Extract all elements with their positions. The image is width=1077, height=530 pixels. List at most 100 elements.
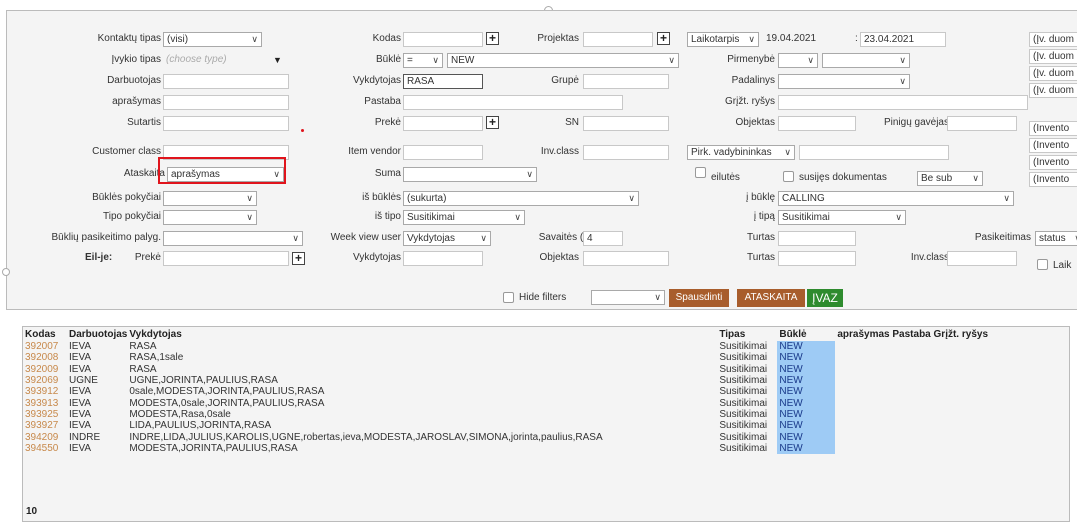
col-kodas[interactable]: Kodas	[23, 327, 67, 341]
pirmenybe-select-2[interactable]	[822, 53, 910, 68]
is-bukles-select[interactable]: (sukurta)	[403, 191, 639, 206]
pasikeitimas-select[interactable]: status	[1035, 231, 1077, 246]
turtas2-input[interactable]	[778, 251, 856, 266]
table-row[interactable]: 393925 IEVA MODESTA,Rasa,0sale Susitikimai N…	[23, 408, 988, 421]
pirmenybe-select[interactable]	[778, 53, 818, 68]
pirk-vadybininkas-select[interactable]: Pirk. vadybininkas	[687, 145, 795, 160]
tipo-pokyciai-select[interactable]	[163, 210, 257, 225]
inv-class-input[interactable]	[583, 145, 669, 160]
row-kodas[interactable]: 392009	[23, 364, 67, 375]
row-kodas[interactable]: 394550	[23, 443, 67, 454]
ivykio-tipas-select[interactable]: (choose type)	[163, 53, 289, 68]
date-from-input[interactable]: 19.04.2021	[763, 32, 833, 47]
suma-select[interactable]	[403, 167, 537, 182]
date-to-input[interactable]: 23.04.2021	[860, 32, 946, 47]
item-vendor-input[interactable]	[403, 145, 483, 160]
date-separator: :	[855, 33, 858, 44]
table-row[interactable]: 394209 INDRE INDRE,LIDA,JULIUS,KAROLIS,UGN…	[23, 431, 988, 443]
laikotarpis-select[interactable]: Laikotarpis	[687, 32, 759, 47]
right-field-4[interactable]: (Įv. duom	[1029, 83, 1077, 98]
sutartis-input[interactable]	[163, 116, 289, 131]
i-bukle-select[interactable]: CALLING	[778, 191, 1014, 206]
bukle-operator-select[interactable]: =	[403, 53, 443, 68]
vykdytojas-input[interactable]: RASA	[403, 74, 483, 89]
col-aprasymas: aprašymas	[837, 328, 890, 340]
row-kodas[interactable]: 393925	[23, 409, 67, 420]
bukliu-pasikeitimo-select[interactable]	[163, 231, 303, 246]
col-grizt-rysys: Grįžt. ryšys	[933, 328, 989, 340]
table-row[interactable]: 393913 IEVA MODESTA,0sale,JORINTA,PAULIUS,…	[23, 397, 988, 409]
pirk-vadybininkas-input[interactable]	[799, 145, 949, 160]
turtas-input[interactable]	[778, 231, 856, 246]
table-row[interactable]: 393927 IEVA LIDA,PAULIUS,JORINTA,RASA Susit…	[23, 420, 988, 432]
ataskaita-button[interactable]: ATASKAITA	[737, 289, 805, 307]
sn-input[interactable]	[583, 116, 669, 131]
laik-checkbox[interactable]	[1037, 259, 1048, 270]
bukle-select[interactable]: NEW	[447, 53, 679, 68]
add-icon[interactable]: +	[657, 32, 670, 45]
is-tipo-select[interactable]: Susitikimai	[403, 210, 525, 225]
row-kodas[interactable]: 392008	[23, 352, 67, 363]
susijes-select[interactable]: Be sub	[917, 171, 983, 186]
bukles-pokyciai-select[interactable]	[163, 191, 257, 206]
grizt-rysys-input[interactable]	[778, 95, 1028, 110]
col-bukle[interactable]: Būklė	[777, 327, 835, 341]
right-field-1[interactable]: (Įv. duom	[1029, 32, 1077, 47]
right-field-7[interactable]: (Invento	[1029, 155, 1077, 170]
eil-je-preke-input[interactable]	[163, 251, 289, 266]
row-kodas[interactable]: 393913	[23, 397, 67, 409]
week-view-user-select[interactable]: Vykdytojas	[403, 231, 491, 246]
pastaba-input[interactable]	[403, 95, 623, 110]
ivaz-button[interactable]: ĮVAZ	[807, 289, 843, 307]
eilutes-checkbox[interactable]	[695, 167, 706, 178]
kodas-input[interactable]	[403, 32, 483, 47]
row-kodas[interactable]: 392007	[23, 341, 67, 352]
add-icon[interactable]: +	[292, 252, 305, 265]
col-darbuotojas[interactable]: Darbuotojas	[67, 327, 127, 341]
table-row[interactable]: 392069 UGNE UGNE,JORINTA,PAULIUS,RASA Susit…	[23, 374, 988, 387]
savaites-input[interactable]: 4	[583, 231, 623, 246]
row-kodas[interactable]: 393927	[23, 420, 67, 431]
row-kodas[interactable]: 393912	[23, 386, 67, 397]
row-kodas[interactable]: 394209	[23, 431, 67, 443]
side-resize-handle[interactable]	[2, 268, 10, 276]
row-extra	[835, 386, 988, 397]
col-extra[interactable]: aprašymas Pastaba Grįžt. ryšys	[835, 327, 988, 341]
add-icon[interactable]: +	[486, 32, 499, 45]
right-field-8[interactable]: (Invento	[1029, 172, 1077, 187]
objektas2-input[interactable]	[583, 251, 669, 266]
row-darbuotojas: IEVA	[69, 397, 92, 409]
preke-input[interactable]	[403, 116, 483, 131]
right-field-5[interactable]: (Invento	[1029, 121, 1077, 136]
spausdinti-button[interactable]: Spausdinti	[669, 289, 729, 307]
inv-class2-input[interactable]	[947, 251, 1017, 266]
right-field-3[interactable]: (Įv. duom	[1029, 66, 1077, 81]
hide-filters-checkbox[interactable]	[503, 292, 514, 303]
print-format-select[interactable]	[591, 290, 665, 305]
right-field-2[interactable]: (Įv. duom	[1029, 49, 1077, 64]
dropdown-arrow-icon[interactable]: ▼	[273, 55, 282, 65]
vykdytojas2-input[interactable]	[403, 251, 483, 266]
padalinys-select[interactable]	[778, 74, 910, 89]
table-row[interactable]: 392007 IEVA RASA Susitikimai NEW	[23, 341, 988, 353]
table-row[interactable]: 392008 IEVA RASA,1sale Susitikimai NEW	[23, 352, 988, 364]
i-tipa-select[interactable]: Susitikimai	[778, 210, 906, 225]
table-row[interactable]: 392009 IEVA RASA Susitikimai NEW	[23, 363, 988, 375]
row-vykdytojas: MODESTA,JORINTA,PAULIUS,RASA	[129, 442, 298, 454]
add-icon[interactable]: +	[486, 116, 499, 129]
darbuotojas-input[interactable]	[163, 74, 289, 89]
col-vykdytojas[interactable]: Vykdytojas	[127, 327, 717, 341]
aprasymas-input[interactable]	[163, 95, 289, 110]
kodas-label: Kodas	[372, 33, 401, 44]
row-kodas[interactable]: 392069	[23, 375, 67, 386]
susijes-checkbox[interactable]	[783, 171, 794, 182]
grupe-input[interactable]	[583, 74, 669, 89]
right-field-6[interactable]: (Invento	[1029, 138, 1077, 153]
projektas-input[interactable]	[583, 32, 653, 47]
objektas-input[interactable]	[778, 116, 856, 131]
table-row[interactable]: 394550 IEVA MODESTA,JORINTA,PAULIUS,RASA Su…	[23, 442, 988, 454]
pinigu-gavejas-input[interactable]	[947, 116, 1017, 131]
col-tipas[interactable]: Tipas	[717, 327, 777, 341]
kontaktu-tipas-select[interactable]: (visi)	[163, 32, 262, 47]
table-row[interactable]: 393912 IEVA 0sale,MODESTA,JORINTA,PAULIUS,…	[23, 386, 988, 398]
